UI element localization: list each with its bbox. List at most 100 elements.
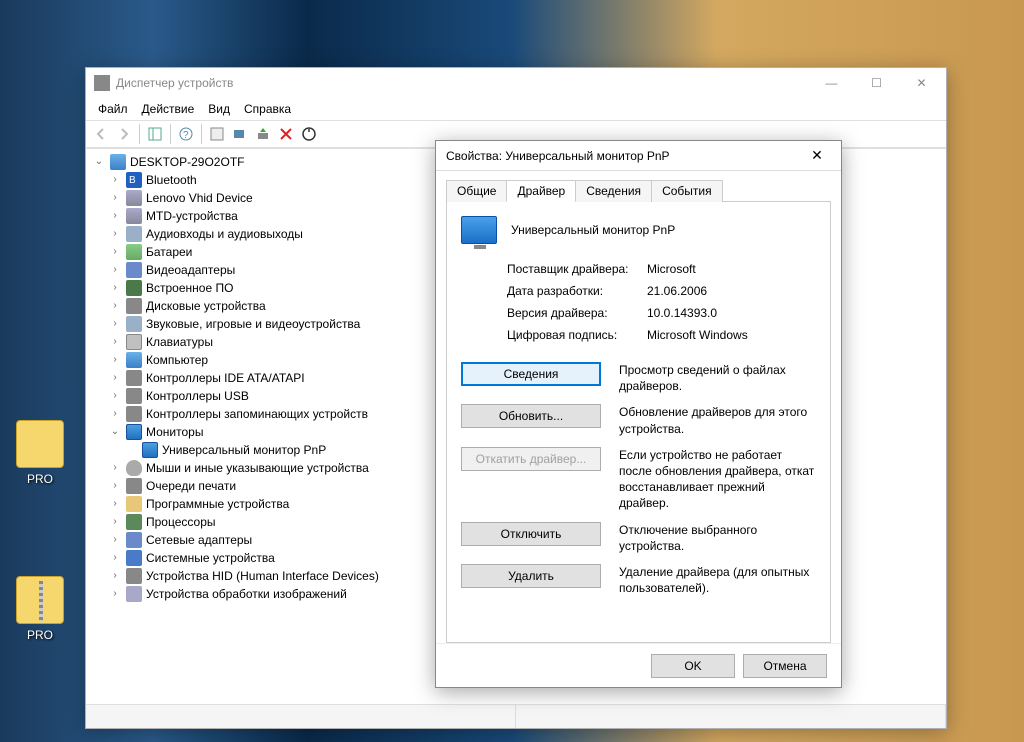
menu-action[interactable]: Действие <box>136 100 201 118</box>
expand-icon[interactable]: › <box>108 227 122 241</box>
tab-сведения[interactable]: Сведения <box>575 180 652 202</box>
driver-action-button[interactable]: Обновить... <box>461 404 601 428</box>
expand-icon[interactable]: › <box>108 551 122 565</box>
toolbar-scan[interactable] <box>229 123 251 145</box>
tree-node-label: Батареи <box>146 243 192 261</box>
driver-actions: Сведения Просмотр сведений о файлах драйв… <box>461 362 816 596</box>
driver-action-button: Откатить драйвер... <box>461 447 601 471</box>
action-description: Удаление драйвера (для опытных пользоват… <box>619 564 816 596</box>
i-vid-icon <box>126 262 142 278</box>
close-button[interactable]: ✕ <box>899 69 944 97</box>
expand-icon[interactable]: › <box>108 335 122 349</box>
expand-icon[interactable]: › <box>108 587 122 601</box>
tree-node-label: Устройства обработки изображений <box>146 585 347 603</box>
menu-file[interactable]: Файл <box>92 100 134 118</box>
toolbar-uninstall[interactable] <box>275 123 297 145</box>
tree-node-label: Контроллеры запоминающих устройств <box>146 405 368 423</box>
expand-icon[interactable]: › <box>108 515 122 529</box>
expand-icon[interactable]: › <box>108 245 122 259</box>
tree-node-label: Звуковые, игровые и видеоустройства <box>146 315 360 333</box>
expand-icon[interactable]: › <box>108 389 122 403</box>
i-cpu-icon <box>126 514 142 530</box>
toolbar-back[interactable] <box>90 123 112 145</box>
driver-action-button[interactable]: Сведения <box>461 362 601 386</box>
action-description: Обновление драйверов для этого устройств… <box>619 404 816 436</box>
driver-info-grid: Поставщик драйвера:MicrosoftДата разрабо… <box>507 262 816 342</box>
computer-icon <box>110 154 126 170</box>
zip-icon <box>16 576 64 624</box>
tree-node-label: Дисковые устройства <box>146 297 266 315</box>
toolbar-update-driver[interactable] <box>252 123 274 145</box>
action-row: Удалить Удаление драйвера (для опытных по… <box>461 564 816 596</box>
cancel-button[interactable]: Отмена <box>743 654 827 678</box>
svg-text:?: ? <box>183 130 189 141</box>
expand-icon[interactable]: › <box>108 461 122 475</box>
i-bt-icon <box>126 172 142 188</box>
expand-icon[interactable]: › <box>108 209 122 223</box>
dialog-title: Свойства: Универсальный монитор PnP <box>446 149 797 163</box>
i-mon-icon <box>126 424 142 440</box>
menubar: Файл Действие Вид Справка <box>86 98 946 120</box>
i-snd-icon <box>126 316 142 332</box>
expand-icon[interactable]: › <box>108 317 122 331</box>
expand-icon[interactable]: › <box>108 371 122 385</box>
desktop-icon-zip[interactable]: PRO <box>10 576 70 642</box>
toolbar-disable[interactable] <box>298 123 320 145</box>
tree-node-label: Мониторы <box>146 423 203 441</box>
ok-button[interactable]: OK <box>651 654 735 678</box>
tree-node-label: Видеоадаптеры <box>146 261 235 279</box>
expand-icon[interactable]: › <box>108 407 122 421</box>
i-hid-icon <box>126 568 142 584</box>
collapse-icon[interactable]: ⌄ <box>92 155 106 169</box>
tree-node-label: Универсальный монитор PnP <box>162 441 326 459</box>
tree-node-label: Очереди печати <box>146 477 236 495</box>
expand-icon[interactable]: › <box>108 191 122 205</box>
toolbar-help[interactable]: ? <box>175 123 197 145</box>
i-img-icon <box>126 586 142 602</box>
expand-icon[interactable]: › <box>108 299 122 313</box>
action-description: Просмотр сведений о файлах драйверов. <box>619 362 816 394</box>
expand-icon[interactable]: › <box>108 479 122 493</box>
expand-icon[interactable]: › <box>108 353 122 367</box>
tree-node-label: Bluetooth <box>146 171 197 189</box>
action-description: Отключение выбранного устройства. <box>619 522 816 554</box>
i-usb-icon <box>126 388 142 404</box>
desktop-icon-folder[interactable]: PRO <box>10 420 70 486</box>
expand-icon[interactable]: ⌄ <box>108 425 122 439</box>
driver-action-button[interactable]: Отключить <box>461 522 601 546</box>
expand-icon[interactable]: › <box>108 281 122 295</box>
tree-node-label: Устройства HID (Human Interface Devices) <box>146 567 379 585</box>
action-row: Сведения Просмотр сведений о файлах драйв… <box>461 362 816 394</box>
maximize-button[interactable]: ☐ <box>854 69 899 97</box>
toolbar-show-hide-tree[interactable] <box>144 123 166 145</box>
toolbar-forward[interactable] <box>113 123 135 145</box>
expand-icon[interactable]: › <box>108 569 122 583</box>
tab-события[interactable]: События <box>651 180 723 202</box>
tree-node-label: Мыши и иные указывающие устройства <box>146 459 369 477</box>
expand-icon[interactable]: › <box>108 263 122 277</box>
minimize-button[interactable]: — <box>809 69 854 97</box>
menu-help[interactable]: Справка <box>238 100 297 118</box>
toolbar-properties[interactable] <box>206 123 228 145</box>
expand-icon[interactable]: › <box>108 173 122 187</box>
tree-node-label: Контроллеры IDE ATA/ATAPI <box>146 369 305 387</box>
tab-драйвер[interactable]: Драйвер <box>506 180 576 202</box>
dialog-close-button[interactable]: ✕ <box>797 142 837 170</box>
tab-общие[interactable]: Общие <box>446 180 507 202</box>
desktop-icon-label: PRO <box>10 472 70 486</box>
expand-icon[interactable]: › <box>108 533 122 547</box>
tree-node-label: Аудиовходы и аудиовыходы <box>146 225 303 243</box>
dialog-titlebar[interactable]: Свойства: Универсальный монитор PnP ✕ <box>436 141 841 171</box>
driver-action-button[interactable]: Удалить <box>461 564 601 588</box>
titlebar[interactable]: Диспетчер устройств — ☐ ✕ <box>86 68 946 98</box>
window-title: Диспетчер устройств <box>116 76 809 90</box>
info-value: 10.0.14393.0 <box>647 306 816 320</box>
tree-node-label: Компьютер <box>146 351 208 369</box>
desktop-icon-label: PRO <box>10 628 70 642</box>
i-kbd-icon <box>126 334 142 350</box>
expand-icon[interactable]: › <box>108 497 122 511</box>
tree-node-label: Встроенное ПО <box>146 279 233 297</box>
menu-view[interactable]: Вид <box>202 100 236 118</box>
info-value: Microsoft <box>647 262 816 276</box>
monitor-icon <box>461 216 497 244</box>
